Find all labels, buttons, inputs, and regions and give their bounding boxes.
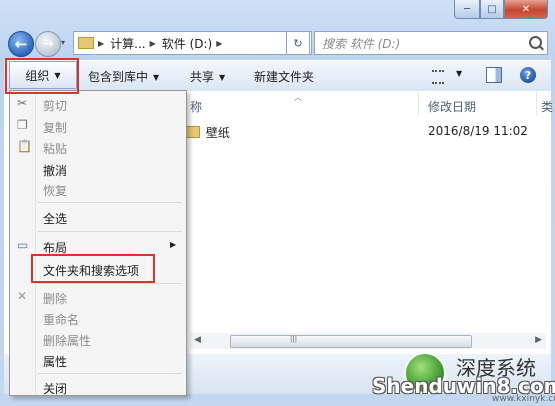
column-header-type[interactable]: 类: [541, 98, 553, 122]
file-date: 2016/8/19 11:02: [428, 124, 528, 138]
forward-button[interactable]: →: [35, 31, 61, 57]
preview-pane-icon[interactable]: [486, 67, 502, 83]
menu-item-cut: 剪切: [43, 99, 68, 113]
search-box[interactable]: 搜索 软件 (D:): [314, 31, 548, 55]
search-icon[interactable]: [529, 36, 542, 49]
include-in-library-button[interactable]: 包含到库中 ▼: [88, 68, 159, 85]
menu-item-undo[interactable]: 撤消: [43, 162, 67, 179]
address-bar[interactable]: ▶ 计算... ▶ 软件 (D:) ▶ ▾: [73, 31, 312, 55]
menu-item-select-all[interactable]: 全选: [43, 210, 67, 227]
menu-separator: [38, 231, 182, 232]
drive-icon: [78, 37, 94, 49]
breadcrumb-separator-icon[interactable]: ▶: [216, 39, 222, 48]
copy-icon: ❐: [17, 118, 28, 132]
share-button[interactable]: 共享 ▼: [190, 68, 225, 85]
chevron-down-icon: ▼: [153, 73, 160, 82]
menu-icon-gutter: [35, 92, 36, 394]
change-view-icon[interactable]: [432, 70, 444, 84]
menu-item-close[interactable]: 关闭: [43, 380, 67, 397]
chevron-down-icon: ▼: [219, 73, 226, 82]
maximize-button[interactable]: □: [480, 0, 504, 19]
file-name: 壁纸: [205, 126, 230, 140]
delete-icon: ✕: [17, 289, 28, 303]
menu-item-copy: 复制: [43, 121, 68, 135]
sort-ascending-icon: ︿: [294, 93, 302, 102]
share-label: 共享: [190, 70, 215, 84]
new-folder-button[interactable]: 新建文件夹: [254, 68, 314, 85]
menu-separator: [38, 283, 182, 284]
include-in-library-label: 包含到库中: [88, 70, 149, 84]
breadcrumb-separator-icon[interactable]: ▶: [150, 39, 156, 48]
watermark-url: www.kxinyk.com: [492, 394, 555, 404]
scrollbar-grip-icon: |||: [290, 335, 298, 343]
submenu-arrow-icon: ▶: [170, 240, 177, 249]
menu-separator: [38, 202, 182, 203]
horizontal-scrollbar[interactable]: ◀ ||| ▶: [190, 333, 546, 349]
table-row[interactable]: 壁纸: [186, 124, 230, 141]
menu-item-delete: 删除: [43, 292, 68, 306]
breadcrumb-separator-icon[interactable]: ▶: [98, 39, 104, 48]
minimize-button[interactable]: ─: [454, 0, 480, 19]
search-placeholder: 搜索 软件 (D:): [322, 36, 401, 51]
menu-item-redo: 恢复: [43, 184, 68, 198]
cut-icon: ✂: [17, 96, 28, 110]
column-header-name[interactable]: 称: [190, 98, 202, 122]
help-icon[interactable]: ?: [520, 67, 536, 83]
menu-separator: [38, 373, 182, 374]
layout-icon: ▭: [17, 238, 29, 252]
folder-options-highlight-box: [31, 254, 155, 283]
scroll-left-icon[interactable]: ◀: [194, 335, 201, 345]
watermark: 深度系统 Shenduwin8.com www.kxinyk.com: [372, 352, 555, 406]
refresh-button[interactable]: ↻: [286, 31, 310, 55]
close-button[interactable]: ✕: [504, 0, 548, 19]
paste-icon: 📋: [17, 139, 32, 153]
back-button[interactable]: ←: [8, 31, 34, 57]
menu-item-paste: 粘贴: [43, 142, 68, 156]
organize-highlight-box: [5, 58, 79, 94]
menu-item-rename: 重命名: [43, 313, 80, 327]
breadcrumb-computer[interactable]: 计算...: [110, 35, 145, 52]
chevron-down-icon[interactable]: ▼: [456, 69, 462, 78]
column-divider[interactable]: [418, 92, 419, 116]
scroll-right-icon[interactable]: ▶: [535, 335, 542, 345]
column-divider[interactable]: [536, 92, 537, 116]
organize-menu: [9, 90, 187, 396]
folder-icon: [186, 126, 200, 138]
breadcrumb-drive-d[interactable]: 软件 (D:): [162, 35, 212, 52]
menu-item-properties[interactable]: 属性: [43, 353, 67, 370]
scrollbar-thumb[interactable]: [230, 335, 472, 348]
menu-item-remove-properties: 删除属性: [43, 334, 92, 348]
column-header-date-modified[interactable]: 修改日期: [428, 98, 476, 122]
recent-pages-dropdown-icon[interactable]: ▾: [61, 38, 65, 47]
window-caption-buttons: ─ □ ✕: [454, 0, 548, 19]
